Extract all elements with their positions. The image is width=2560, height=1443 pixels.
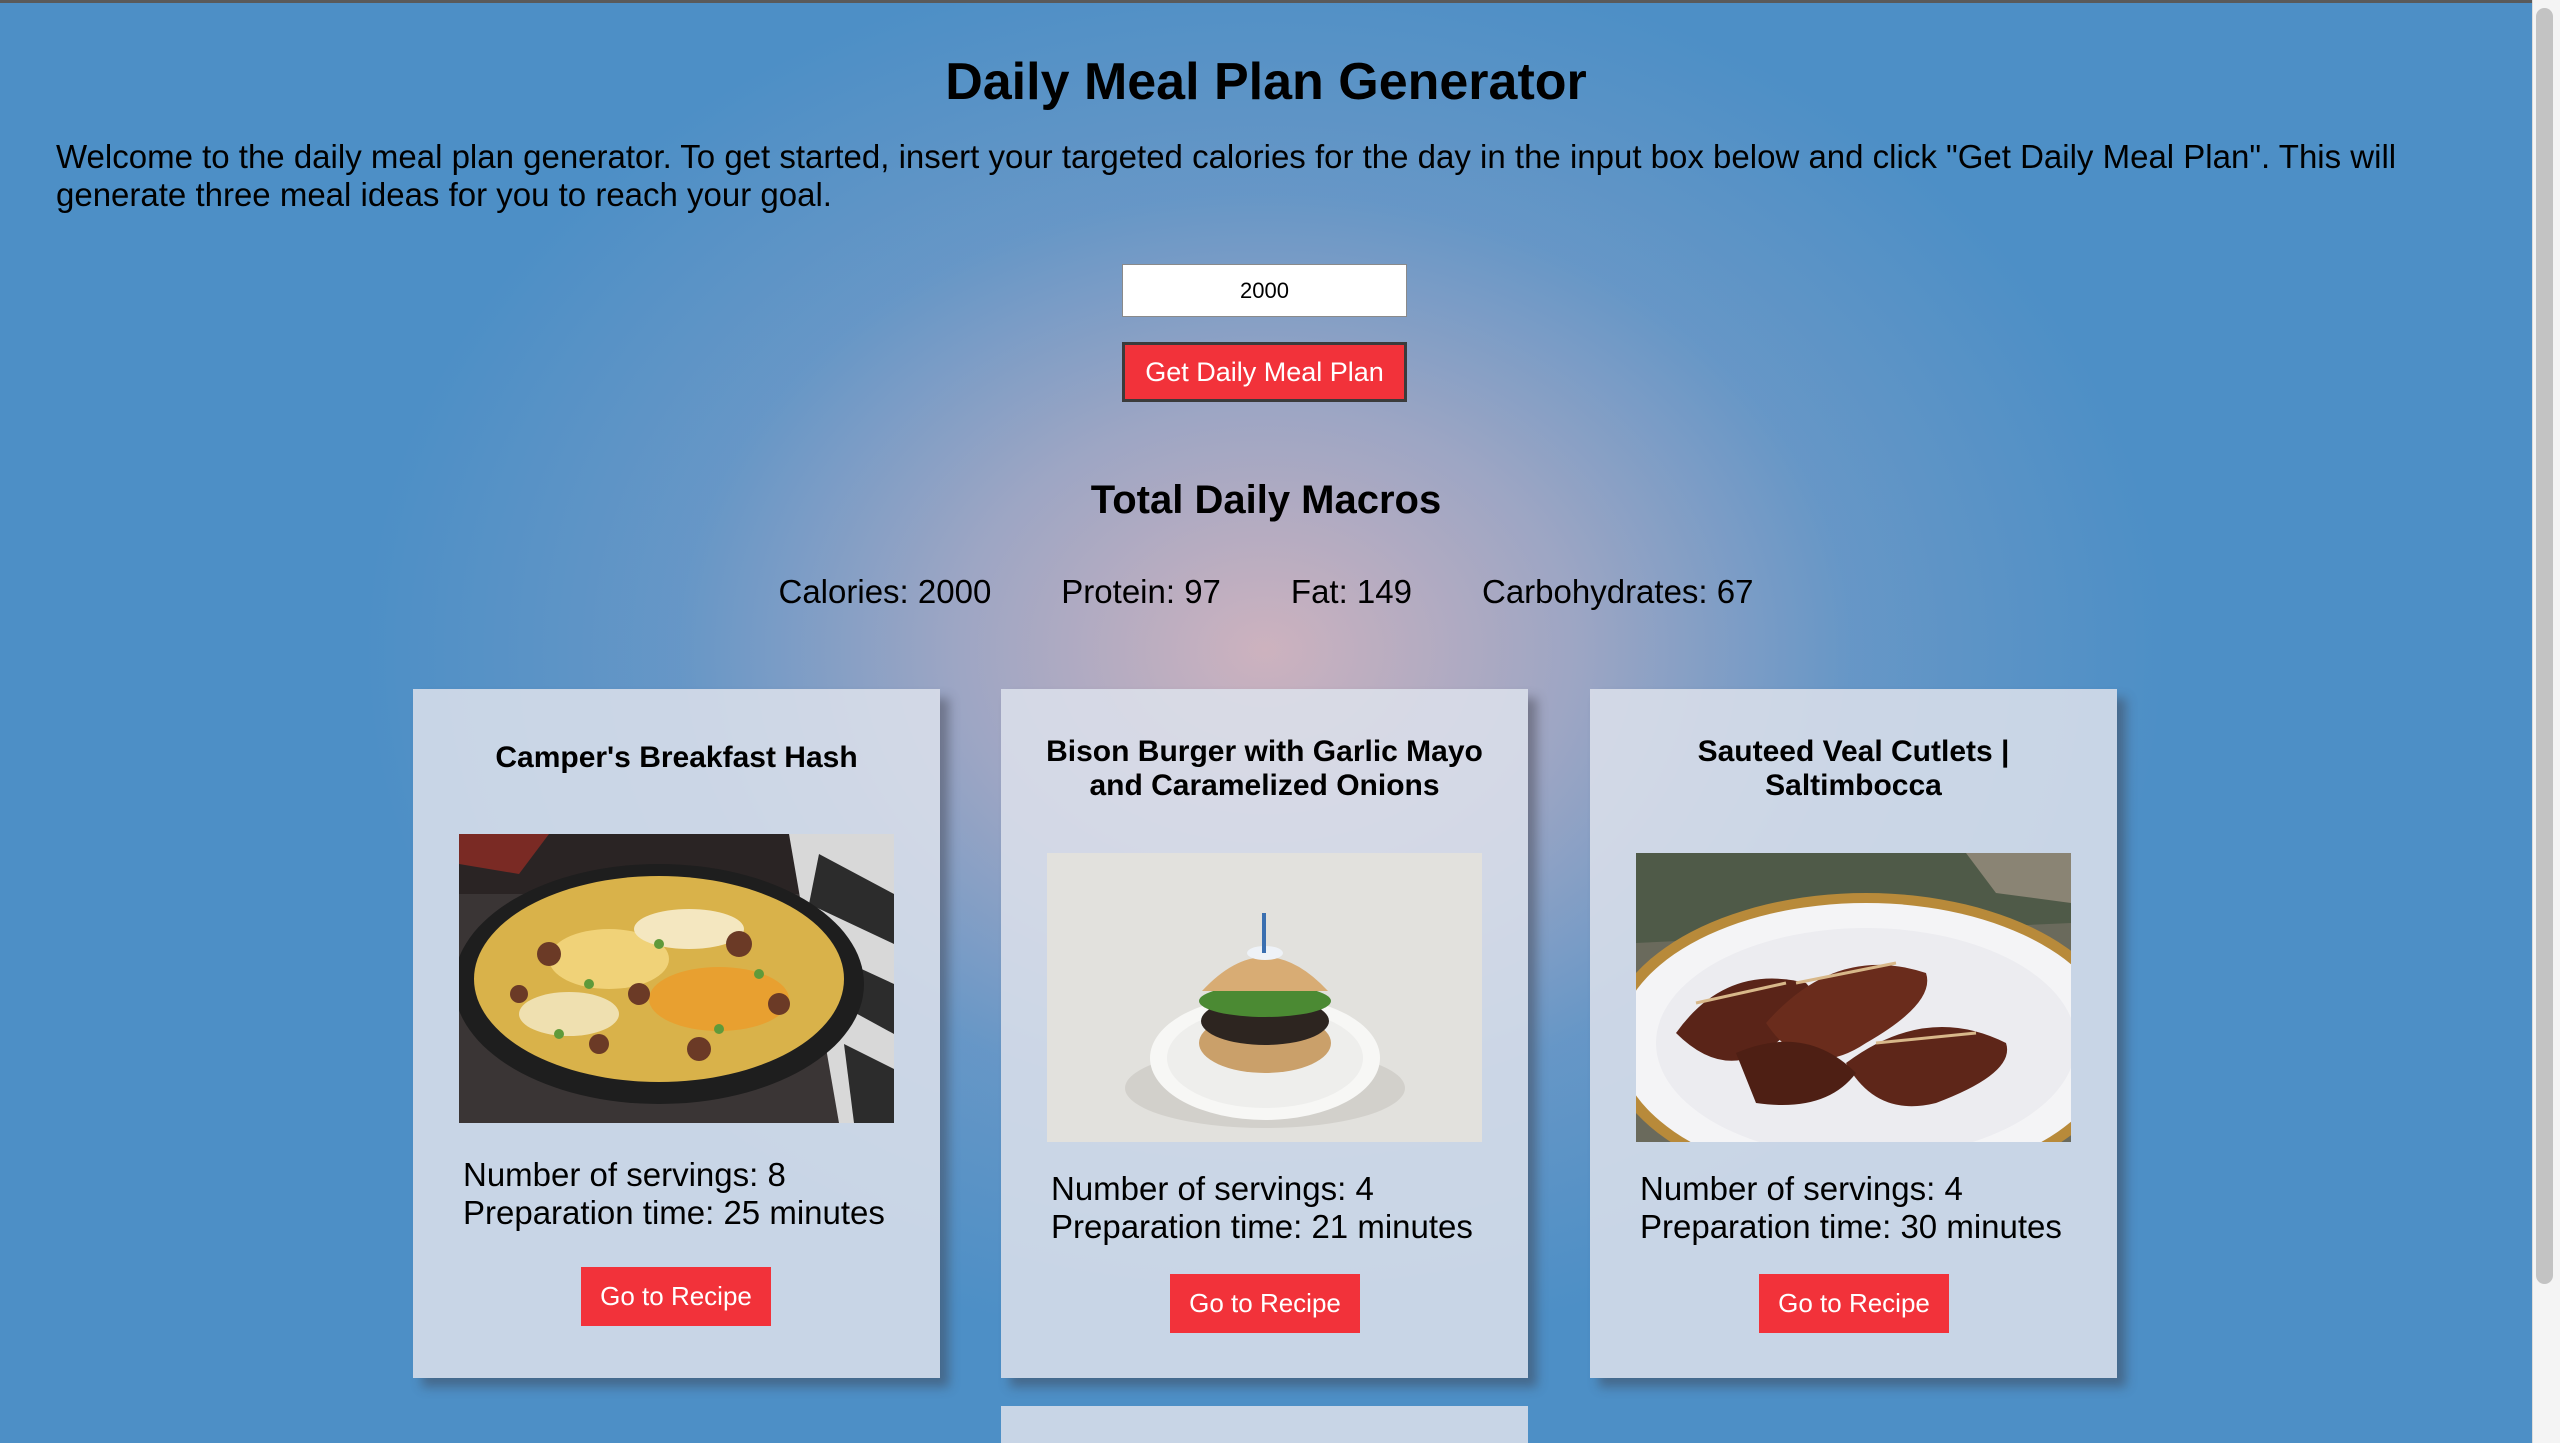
calories-input[interactable] [1122, 264, 1407, 317]
meal-servings: Number of servings: 4 [1640, 1170, 1963, 1207]
meal-title: Bison Burger with Garlic Mayo and Carame… [1046, 735, 1483, 802]
meal-info: Number of servings: 8 Preparation time: … [463, 1156, 920, 1232]
go-to-recipe-button[interactable]: Go to Recipe [1759, 1274, 1949, 1333]
page-title: Daily Meal Plan Generator [945, 53, 1587, 111]
macros-row: Calories: 2000 Protein: 97 Fat: 149 Carb… [0, 572, 2532, 612]
meal-title: Camper's Breakfast Hash [495, 741, 858, 774]
meal-card-partial [1001, 1406, 1528, 1443]
meal-card: Sauteed Veal Cutlets | Saltimbocca Numbe… [1590, 689, 2117, 1378]
meal-info: Number of servings: 4 Preparation time: … [1640, 1170, 2097, 1246]
meal-prep-time: Preparation time: 21 minutes [1051, 1208, 1473, 1245]
meal-card: Camper's Breakfast Hash Number of servin… [413, 689, 940, 1378]
macro-carbs: Carbohydrates: 67 [1481, 573, 1754, 610]
window-top-border [0, 0, 2560, 3]
macro-protein: Protein: 97 [1061, 573, 1221, 610]
meal-image-veal-saltimbocca [1636, 853, 2071, 1142]
macro-calories: Calories: 2000 [778, 573, 992, 610]
meal-image-bison-burger [1047, 853, 1482, 1142]
meal-card: Bison Burger with Garlic Mayo and Carame… [1001, 689, 1528, 1378]
scrollbar-thumb[interactable] [2536, 8, 2553, 1284]
meal-servings: Number of servings: 4 [1051, 1170, 1374, 1207]
go-to-recipe-button[interactable]: Go to Recipe [1170, 1274, 1360, 1333]
go-to-recipe-button[interactable]: Go to Recipe [581, 1267, 771, 1326]
meal-prep-time: Preparation time: 30 minutes [1640, 1208, 2062, 1245]
intro-text: Welcome to the daily meal plan generator… [56, 138, 2397, 213]
meal-servings: Number of servings: 8 [463, 1156, 786, 1193]
get-daily-meal-plan-button[interactable]: Get Daily Meal Plan [1122, 342, 1407, 402]
meal-info: Number of servings: 4 Preparation time: … [1051, 1170, 1508, 1246]
meal-prep-time: Preparation time: 25 minutes [463, 1194, 885, 1231]
meal-title: Sauteed Veal Cutlets | Saltimbocca [1697, 735, 2010, 802]
macro-fat: Fat: 149 [1290, 573, 1412, 610]
macros-title: Total Daily Macros [1090, 478, 1442, 522]
meal-image-breakfast-hash [459, 834, 894, 1123]
